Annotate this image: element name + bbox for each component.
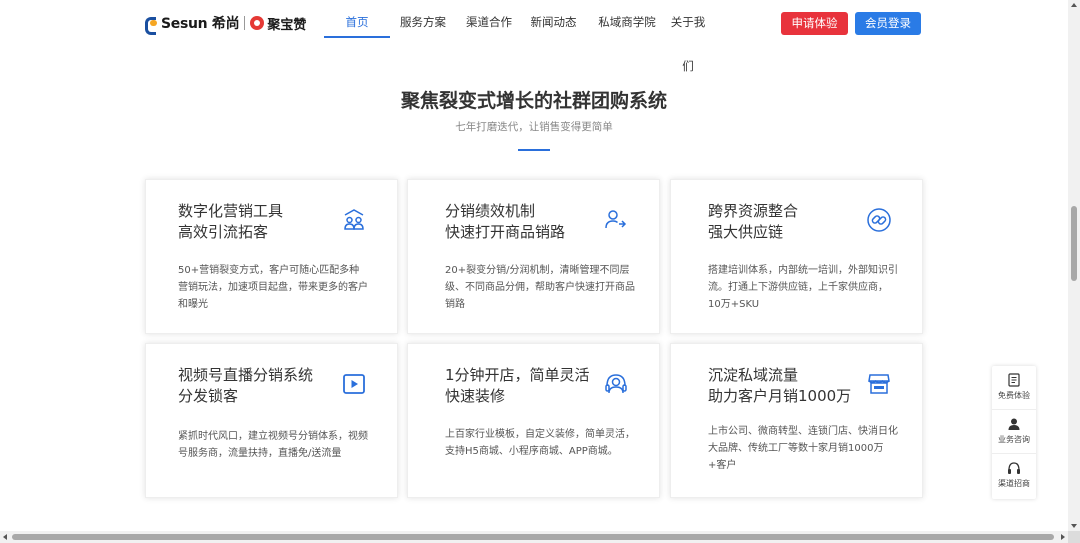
logo-divider xyxy=(244,16,246,30)
scroll-left-arrow-icon[interactable] xyxy=(3,534,7,540)
nav-item-solutions[interactable]: 服务方案 xyxy=(390,0,456,38)
jubaozan-logo-icon xyxy=(250,16,265,30)
section-subtitle: 七年打磨迭代，让销售变得更简单 xyxy=(455,121,613,133)
headphones-icon xyxy=(1008,462,1020,474)
card-description: 20+裂变分销/分润机制，清晰管理不同层级、不同商品分佣，帮助客户快速打开商品销… xyxy=(445,265,635,310)
logo[interactable]: Sesun 希尚 聚宝赞 xyxy=(145,13,307,35)
feature-card-marketing[interactable]: 数字化营销工具 高效引流拓客 50+营销裂变方式，客户可随心匹配多种营销玩法，加… xyxy=(145,179,398,334)
sesun-logo-icon xyxy=(145,16,159,35)
header: Sesun 希尚 聚宝赞 首页 服务方案 渠道合作 新闻动态 私域商学院 关于我… xyxy=(0,0,1068,73)
vertical-scroll-thumb[interactable] xyxy=(1071,206,1077,281)
scrollbar-corner xyxy=(1068,531,1080,543)
float-free-trial[interactable]: 免费体验 xyxy=(992,366,1036,410)
card-title: 视频号直播分销系统 分发锁客 xyxy=(178,366,314,405)
nav-item-news[interactable]: 新闻动态 xyxy=(522,0,585,38)
scroll-right-arrow-icon[interactable] xyxy=(1061,534,1065,540)
feature-card-quick-store[interactable]: 1分钟开店，简单灵活 快速装修 上百家行业模板，自定义装修，简单灵活，支持H5商… xyxy=(407,343,660,498)
nav-item-home[interactable]: 首页 xyxy=(324,0,390,38)
store-icon xyxy=(868,374,890,394)
card-description: 上市公司、微商转型、连锁门店、快消日化大品牌、传统工厂等数十家月销1000万+客… xyxy=(708,426,898,471)
section-title: 聚焦裂变式增长的社群团购系统 xyxy=(400,90,667,112)
user-icon xyxy=(1008,418,1020,430)
card-description: 紧抓时代风口，建立视频号分销体系，视频号服务商，流量扶持，直播免/送流量 xyxy=(178,431,368,459)
page: Sesun 希尚 聚宝赞 首页 服务方案 渠道合作 新闻动态 私域商学院 关于我… xyxy=(0,0,1080,543)
feature-card-distribution[interactable]: 分销绩效机制 快速打开商品销路 20+裂变分销/分润机制，清晰管理不同层级、不同… xyxy=(407,179,660,334)
logo-text-sesun: Sesun 希尚 xyxy=(161,16,240,32)
main-nav: 首页 服务方案 渠道合作 新闻动态 私域商学院 关于我们 xyxy=(324,0,707,73)
headset-icon xyxy=(605,374,627,394)
nav-item-academy[interactable]: 私域商学院 xyxy=(585,0,669,38)
float-channel-recruit[interactable]: 渠道招商 xyxy=(992,454,1036,498)
card-title: 沉淀私域流量 助力客户月销1000万 xyxy=(708,366,852,405)
link-icon xyxy=(867,208,891,232)
member-login-button[interactable]: 会员登录 xyxy=(855,12,921,35)
nav-item-channel[interactable]: 渠道合作 xyxy=(456,0,522,38)
horizontal-scrollbar[interactable] xyxy=(0,531,1068,543)
card-description: 50+营销裂变方式，客户可随心匹配多种营销玩法，加速项目起盘，带来更多的客户和曝… xyxy=(178,265,368,310)
card-description: 搭建培训体系，内部统一培训，外部知识引流。打通上下游供应链，上千家供应商，10万… xyxy=(708,265,898,310)
horizontal-scroll-thumb[interactable] xyxy=(12,534,1054,540)
feature-card-video-live[interactable]: 视频号直播分销系统 分发锁客 紧抓时代风口，建立视频号分销体系，视频号服务商，流… xyxy=(145,343,398,498)
floating-contact-bar: 免费体验 业务咨询 渠道招商 xyxy=(992,366,1036,499)
vertical-scrollbar[interactable] xyxy=(1068,0,1080,531)
feature-card-resources[interactable]: 跨界资源整合 强大供应链 搭建培训体系，内部统一培训，外部知识引流。打通上下游供… xyxy=(670,179,923,334)
float-business-consult[interactable]: 业务咨询 xyxy=(992,410,1036,454)
card-title: 跨界资源整合 强大供应链 xyxy=(708,202,799,241)
card-title: 1分钟开店，简单灵活 快速装修 xyxy=(445,366,590,405)
users-group-icon xyxy=(344,209,364,230)
logo-text-jubaozan: 聚宝赞 xyxy=(267,17,307,33)
card-description: 上百家行业模板，自定义装修，简单灵活，支持H5商城、小程序商城、APP商城。 xyxy=(445,429,635,457)
card-title: 分销绩效机制 快速打开商品销路 xyxy=(445,202,566,241)
card-title: 数字化营销工具 高效引流拓客 xyxy=(178,202,284,241)
nav-item-about[interactable]: 关于我们 xyxy=(669,0,707,73)
apply-trial-button[interactable]: 申请体验 xyxy=(781,12,848,35)
title-underline xyxy=(518,149,550,151)
scroll-down-arrow-icon[interactable] xyxy=(1071,524,1077,528)
user-share-icon xyxy=(605,210,627,229)
document-icon xyxy=(1008,373,1020,387)
scroll-up-arrow-icon[interactable] xyxy=(1071,3,1077,7)
video-play-icon xyxy=(343,374,365,394)
feature-card-private-traffic[interactable]: 沉淀私域流量 助力客户月销1000万 上市公司、微商转型、连锁门店、快消日化大品… xyxy=(670,343,923,498)
